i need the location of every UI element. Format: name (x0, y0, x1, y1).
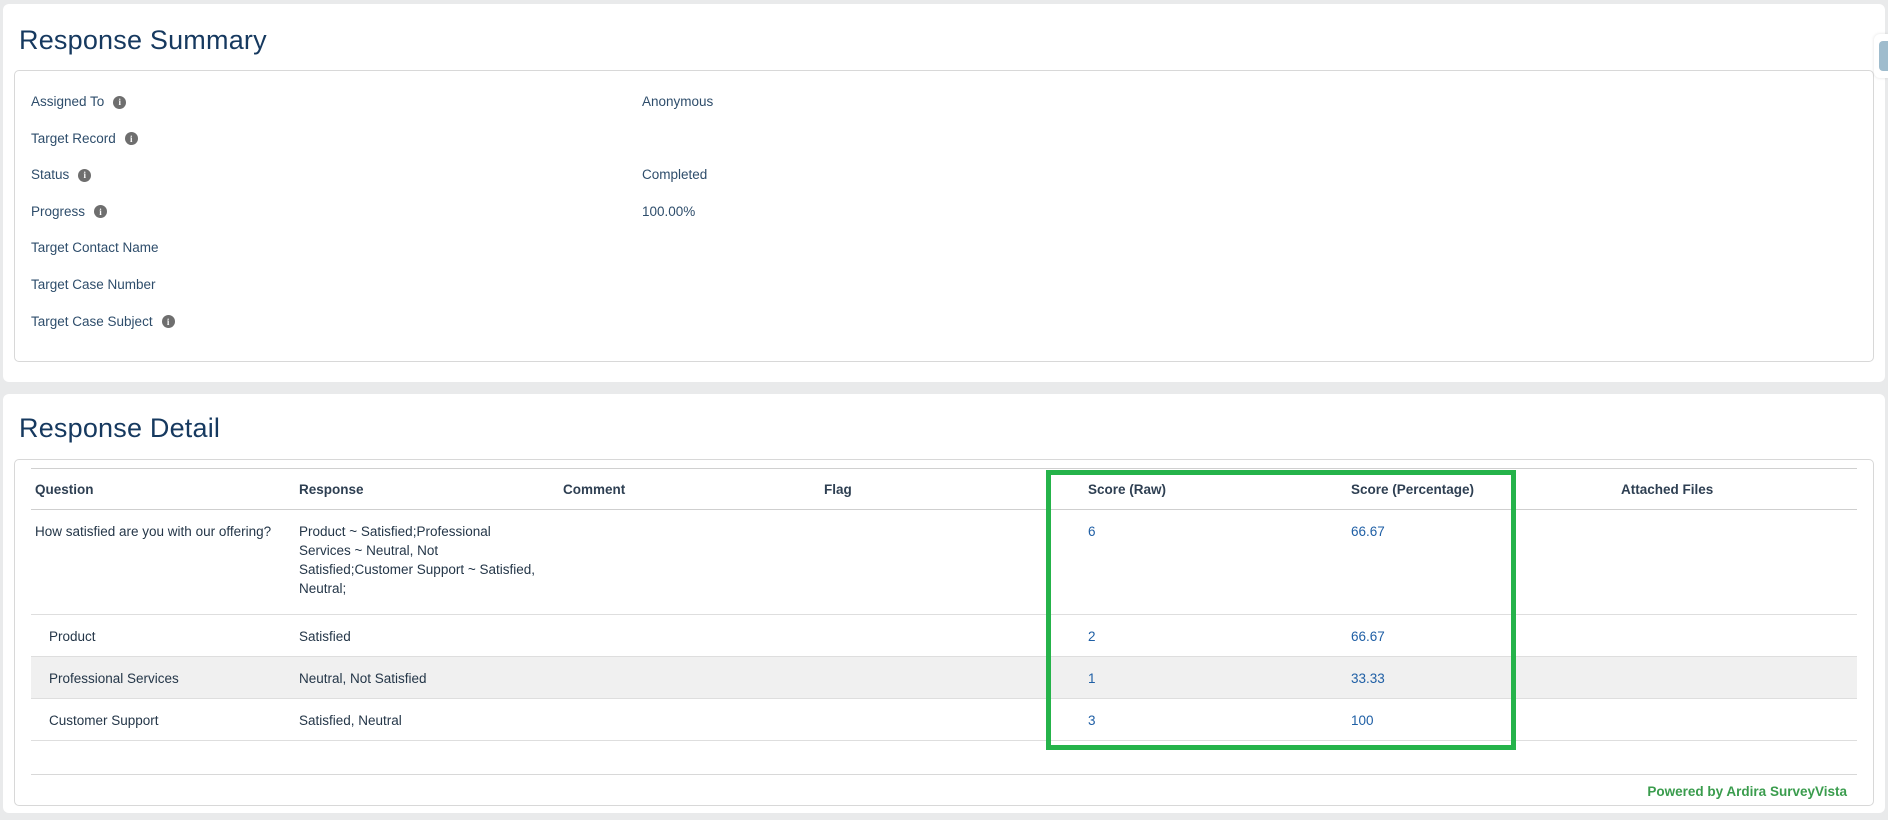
cell-attached-files (1617, 656, 1857, 699)
cell-flag (820, 656, 1084, 699)
cell-attached-files (1617, 509, 1857, 615)
page-scrollbar-track (1874, 34, 1888, 78)
cell-response: Neutral, Not Satisfied (295, 656, 559, 699)
summary-field-row: Target Case Number (31, 276, 1857, 313)
cell-question: How satisfied are you with our offering? (31, 509, 295, 615)
response-detail-card: Response Detail Question Response Commen… (3, 394, 1885, 813)
column-header-question: Question (31, 468, 295, 510)
cell-score-percentage: 100 (1347, 698, 1617, 741)
column-header-comment: Comment (559, 468, 820, 510)
page-scrollbar-thumb[interactable] (1879, 41, 1888, 71)
field-label: Status (31, 167, 70, 183)
field-value: 100.00% (642, 203, 696, 219)
info-icon[interactable]: i (94, 205, 108, 219)
field-label: Target Case Number (31, 276, 156, 292)
cell-flag (820, 614, 1084, 657)
table-empty-spacer (31, 741, 1857, 774)
powered-by-branding[interactable]: Powered by Ardira SurveyVista (31, 774, 1857, 811)
cell-flag (820, 509, 1084, 615)
response-detail-table: Question Response Comment Flag Score (Ra… (31, 468, 1857, 741)
info-icon[interactable]: i (113, 95, 127, 109)
info-icon[interactable]: i (161, 315, 175, 329)
column-header-attached-files: Attached Files (1617, 468, 1857, 510)
cell-comment (559, 509, 820, 615)
response-summary-title: Response Summary (19, 25, 267, 55)
cell-score-raw: 2 (1084, 614, 1347, 657)
response-summary-card: Response Summary Assigned To i Anonymous… (3, 4, 1885, 382)
column-header-score-raw: Score (Raw) (1084, 468, 1347, 510)
table-row: Professional Services Neutral, Not Satis… (31, 656, 1857, 699)
info-icon[interactable]: i (78, 168, 92, 182)
cell-score-percentage: 66.67 (1347, 614, 1617, 657)
cell-comment (559, 698, 820, 741)
field-value: Completed (642, 167, 708, 183)
cell-attached-files (1617, 614, 1857, 657)
table-row: Customer Support Satisfied, Neutral 3 10… (31, 698, 1857, 741)
summary-fields-box: Assigned To i Anonymous Target Record i … (14, 70, 1874, 362)
table-header-row: Question Response Comment Flag Score (Ra… (31, 468, 1857, 510)
column-header-flag: Flag (820, 468, 1084, 510)
table-row: How satisfied are you with our offering?… (31, 509, 1857, 615)
cell-comment (559, 656, 820, 699)
field-value: Anonymous (642, 94, 714, 109)
info-icon[interactable]: i (124, 132, 138, 146)
cell-score-raw: 3 (1084, 698, 1347, 741)
cell-question: Customer Support (31, 698, 295, 741)
summary-field-row: Status i Completed (31, 166, 1857, 203)
cell-score-raw: 6 (1084, 509, 1347, 615)
response-detail-title: Response Detail (19, 413, 221, 443)
summary-field-row: Target Record i (31, 130, 1857, 167)
cell-score-raw: 1 (1084, 656, 1347, 699)
table-row: Product Satisfied 2 66.67 (31, 614, 1857, 657)
cell-score-percentage: 66.67 (1347, 509, 1617, 615)
cell-attached-files (1617, 698, 1857, 741)
cell-response: Product ~ Satisfied;Professional Service… (295, 509, 559, 615)
cell-response: Satisfied, Neutral (295, 698, 559, 741)
field-label: Progress (31, 203, 86, 219)
column-header-response: Response (295, 468, 559, 510)
field-label: Target Contact Name (31, 240, 159, 256)
field-label: Assigned To (31, 94, 105, 109)
cell-response: Satisfied (295, 614, 559, 657)
summary-field-row: Progress i 100.00% (31, 203, 1857, 240)
response-detail-box: Question Response Comment Flag Score (Ra… (14, 459, 1874, 806)
cell-flag (820, 698, 1084, 741)
column-header-score-percentage: Score (Percentage) (1347, 468, 1617, 510)
cell-score-percentage: 33.33 (1347, 656, 1617, 699)
cell-question: Product (31, 614, 295, 657)
summary-field-row: Target Contact Name (31, 239, 1857, 276)
field-label: Target Record (31, 130, 116, 146)
summary-field-row: Assigned To i Anonymous (31, 93, 1857, 130)
summary-field-row: Target Case Subject i (31, 313, 1857, 350)
cell-comment (559, 614, 820, 657)
field-label: Target Case Subject (31, 313, 153, 329)
cell-question: Professional Services (31, 656, 295, 699)
